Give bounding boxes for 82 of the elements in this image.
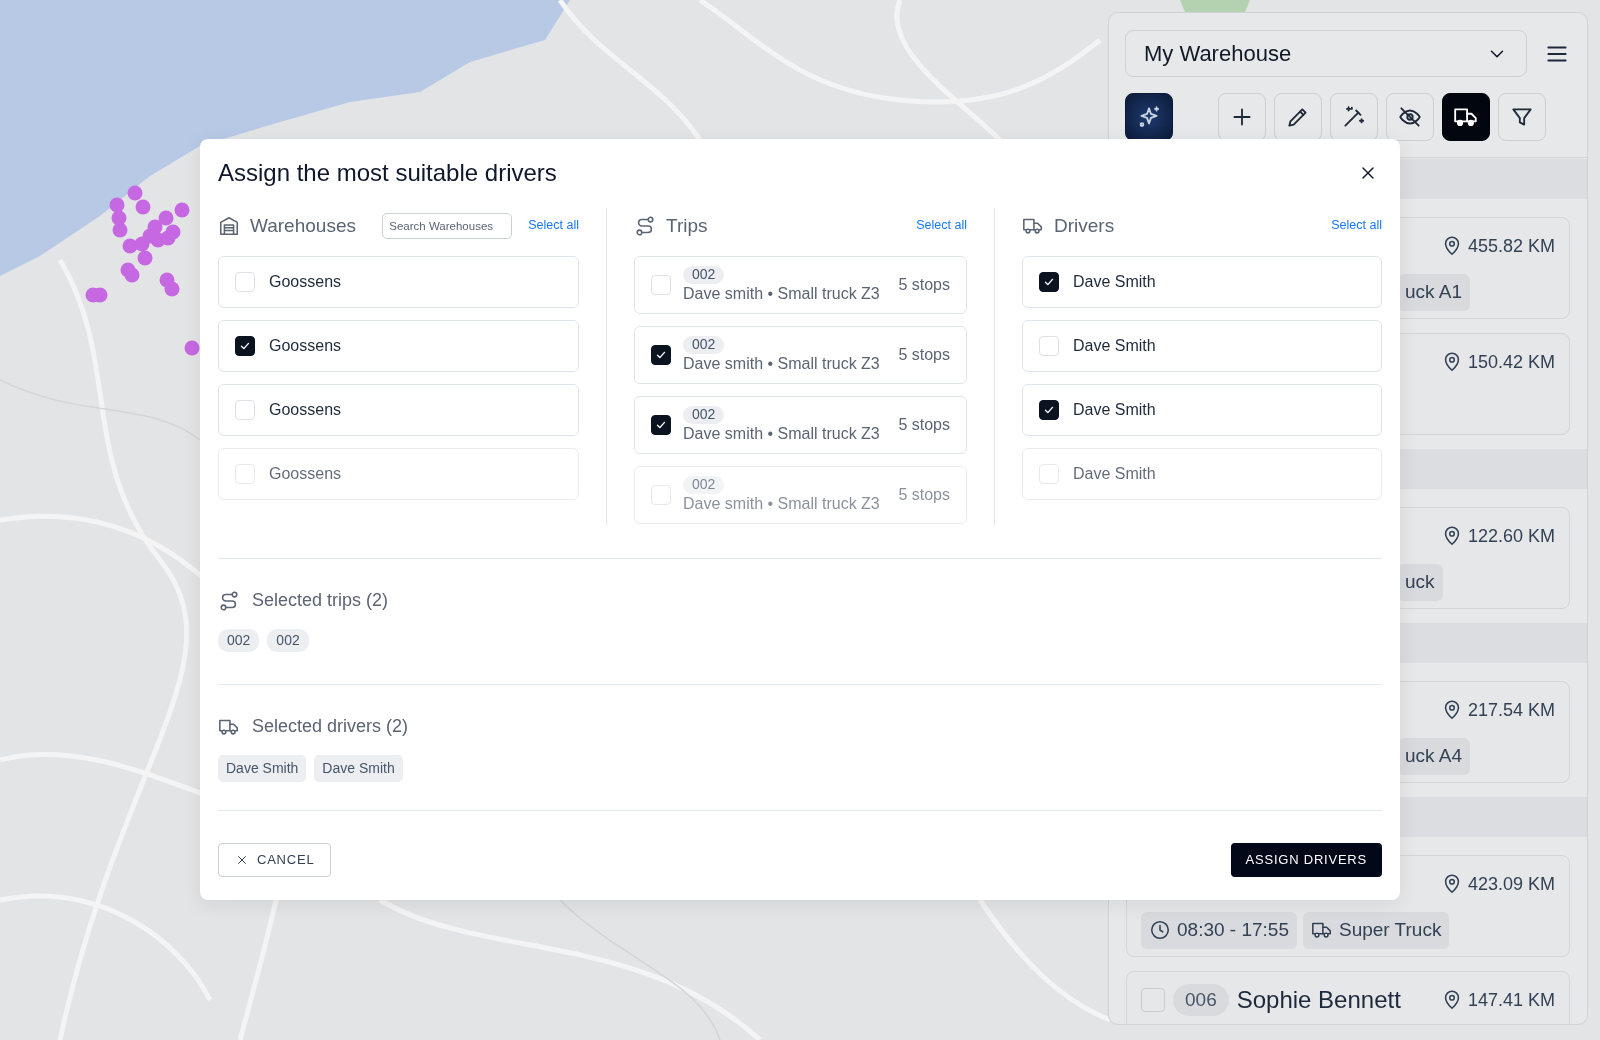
driver-item[interactable]: Dave Smith bbox=[1022, 383, 1382, 436]
distance: 455.82 KM bbox=[1467, 234, 1555, 258]
checkbox[interactable] bbox=[651, 414, 671, 435]
route-icon bbox=[634, 214, 656, 237]
warehouse-icon bbox=[218, 214, 240, 237]
vehicle-name: uck A1 bbox=[1405, 280, 1463, 304]
trip-item[interactable]: 002 Dave smith • Small truck Z3 5 stops bbox=[634, 255, 967, 314]
trip-details: Dave smith • Small truck Z3 bbox=[683, 423, 880, 444]
hide-button[interactable] bbox=[1386, 93, 1434, 141]
stops-count: 5 stops bbox=[898, 484, 950, 505]
eye-off-icon bbox=[1397, 104, 1423, 130]
trip-code: 002 bbox=[683, 476, 725, 494]
driver-name: Sophie Bennett bbox=[1236, 985, 1401, 1015]
item-label: Goossens bbox=[269, 399, 342, 420]
trip-details: Dave smith • Small truck Z3 bbox=[683, 493, 880, 514]
dialog-title: Assign the most suitable drivers bbox=[218, 159, 557, 188]
trip-item[interactable]: 002 Dave smith • Small truck Z3 5 stops bbox=[634, 395, 967, 454]
warehouse-item[interactable]: Goossens bbox=[218, 447, 579, 500]
trip-details: Dave smith • Small truck Z3 bbox=[683, 283, 880, 304]
column-title: Trips bbox=[666, 213, 708, 238]
trip-item[interactable]: 002 Dave smith • Small truck Z3 5 stops bbox=[634, 325, 967, 384]
trip-code: 002 bbox=[683, 336, 725, 354]
stops-count: 5 stops bbox=[898, 274, 950, 295]
warehouse-select[interactable]: My Warehouse bbox=[1125, 30, 1527, 77]
route-code: 006 bbox=[1173, 983, 1229, 1017]
item-label: Dave Smith bbox=[1073, 335, 1156, 356]
checkbox[interactable] bbox=[235, 335, 255, 356]
warehouse-item[interactable]: Goossens bbox=[218, 319, 579, 372]
trip-chip: 002 bbox=[267, 628, 309, 652]
checkbox[interactable] bbox=[1039, 271, 1059, 292]
trip-chip: 002 bbox=[218, 628, 260, 652]
column-title: Drivers bbox=[1054, 213, 1115, 238]
trip-code: 002 bbox=[683, 266, 725, 284]
item-label: Goossens bbox=[269, 463, 342, 484]
map-marker[interactable] bbox=[184, 340, 200, 356]
driver-item[interactable]: Dave Smith bbox=[1022, 319, 1382, 372]
cancel-button[interactable]: CANCEL bbox=[218, 842, 332, 877]
driver-chip: Dave Smith bbox=[218, 754, 307, 782]
item-label: Goossens bbox=[269, 335, 342, 356]
warehouse-item[interactable]: Goossens bbox=[218, 383, 579, 436]
select-all-link[interactable]: Select all bbox=[528, 216, 579, 236]
stops-count: 5 stops bbox=[898, 344, 950, 365]
vehicle-name: Super Truck bbox=[1339, 918, 1442, 942]
checkbox[interactable] bbox=[651, 344, 671, 365]
clock-icon bbox=[1149, 919, 1171, 942]
ai-button[interactable] bbox=[1125, 93, 1173, 141]
route-card[interactable]: 006 Sophie Bennett 147.41 KM bbox=[1126, 971, 1570, 1024]
select-all-link[interactable]: Select all bbox=[1331, 216, 1382, 236]
distance: 150.42 KM bbox=[1467, 350, 1555, 374]
warehouse-item[interactable]: Goossens bbox=[218, 255, 579, 308]
search-field[interactable]: Search Warehouses bbox=[382, 212, 513, 239]
driver-item[interactable]: Dave Smith bbox=[1022, 447, 1382, 500]
item-label: Goossens bbox=[269, 271, 342, 292]
item-label: Dave Smith bbox=[1073, 399, 1156, 420]
assign-drivers-button[interactable]: ASSIGN DRIVERS bbox=[1230, 842, 1382, 877]
vehicles-button[interactable] bbox=[1442, 93, 1490, 141]
checkbox[interactable] bbox=[1039, 399, 1059, 420]
edit-button[interactable] bbox=[1274, 93, 1322, 141]
filter-button[interactable] bbox=[1498, 93, 1546, 141]
section-title: Selected drivers (2) bbox=[252, 715, 409, 739]
stops-count: 5 stops bbox=[898, 414, 950, 435]
trip-code: 002 bbox=[683, 406, 725, 424]
column-title: Warehouses bbox=[250, 213, 356, 238]
distance: 217.54 KM bbox=[1467, 698, 1555, 722]
distance: 147.41 KM bbox=[1467, 988, 1555, 1012]
driver-item[interactable]: Dave Smith bbox=[1022, 255, 1382, 308]
driver-chip: Dave Smith bbox=[314, 754, 403, 782]
item-label: Dave Smith bbox=[1073, 463, 1156, 484]
distance: 122.60 KM bbox=[1467, 524, 1555, 548]
vehicle-name: uck A4 bbox=[1405, 744, 1463, 768]
magic-button[interactable] bbox=[1330, 93, 1378, 141]
distance: 423.09 KM bbox=[1467, 872, 1555, 896]
section-title: Selected trips (2) bbox=[252, 589, 389, 613]
marker-cluster[interactable] bbox=[85, 185, 190, 303]
route-icon bbox=[218, 589, 240, 612]
magic-wand-icon bbox=[1341, 104, 1367, 130]
time-range: 08:30 - 17:55 bbox=[1177, 918, 1289, 942]
select-all-link[interactable]: Select all bbox=[916, 216, 967, 236]
item-label: Dave Smith bbox=[1073, 271, 1156, 292]
vehicle-name: uck bbox=[1405, 570, 1435, 594]
add-button[interactable] bbox=[1218, 93, 1266, 141]
trip-details: Dave smith • Small truck Z3 bbox=[683, 353, 880, 374]
